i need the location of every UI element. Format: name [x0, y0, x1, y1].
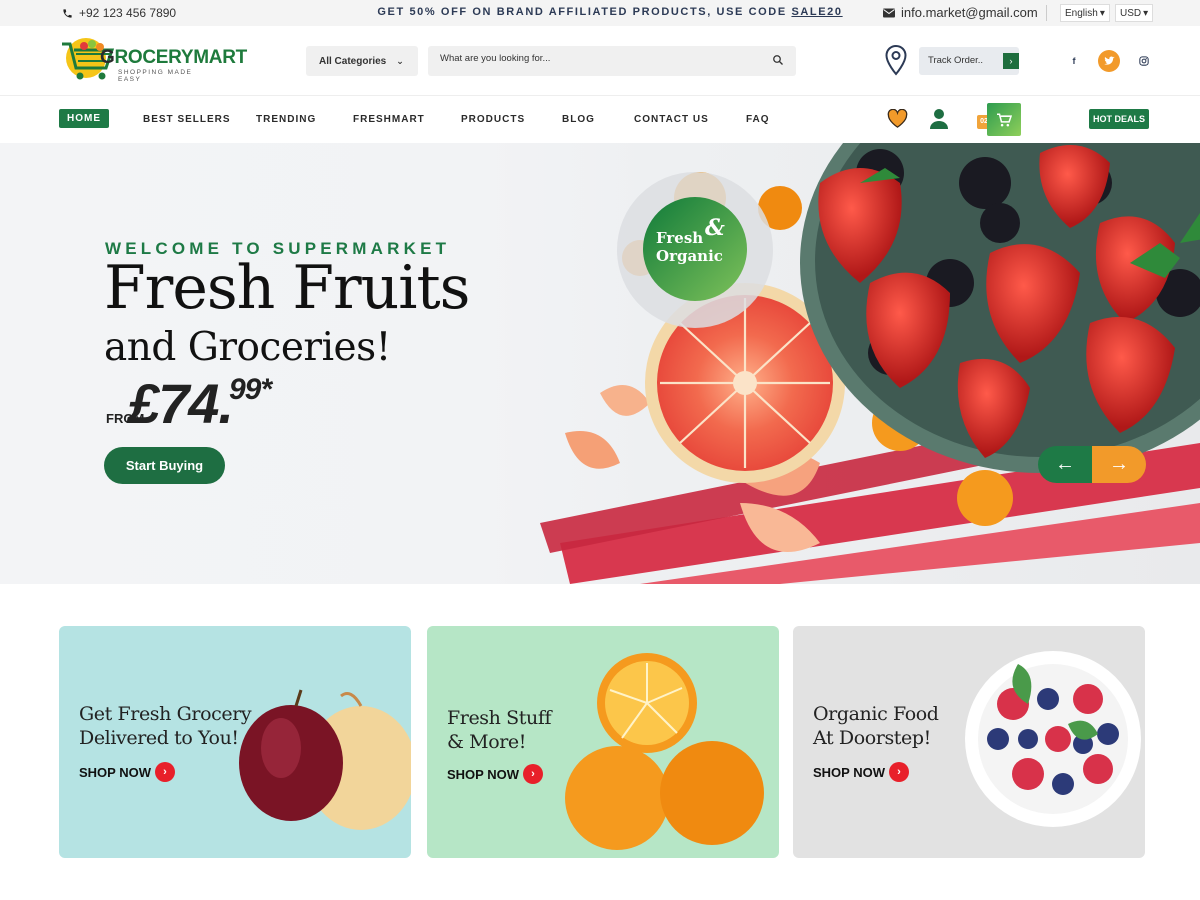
- arrow-right-icon: →: [1109, 453, 1129, 475]
- start-buying-button[interactable]: Start Buying: [104, 447, 225, 484]
- cart-button[interactable]: [987, 103, 1021, 136]
- nav-faq[interactable]: FAQ: [746, 114, 770, 125]
- heart-icon[interactable]: [887, 109, 908, 128]
- logo-word: ROCERYMART: [114, 47, 247, 68]
- promo-card-title: Organic Food At Doorstep!: [813, 703, 939, 749]
- nav-freshmart[interactable]: FRESHMART: [353, 114, 425, 125]
- search-input[interactable]: [440, 53, 760, 64]
- chevron-right-icon: ›: [523, 764, 543, 784]
- facebook-icon: f: [1072, 56, 1076, 66]
- shopping-cart-icon: [997, 113, 1012, 126]
- nav-products[interactable]: PRODUCTS: [461, 114, 525, 125]
- shop-now-label: SHOP NOW: [813, 764, 885, 780]
- hero-price: £74.99*: [128, 371, 272, 436]
- nav-best-sellers[interactable]: BEST SELLERS: [143, 114, 231, 125]
- category-value: All Categories: [319, 55, 387, 67]
- currency-value: USD: [1120, 7, 1142, 19]
- shop-now-label: SHOP NOW: [79, 764, 151, 780]
- badge-line-2: Organic: [656, 247, 723, 265]
- nav-contact-us[interactable]: CONTACT US: [634, 114, 709, 125]
- main-header: GROCERYMART SHOPPING MADE EASY All Categ…: [0, 26, 1200, 96]
- slider-prev-button[interactable]: ←: [1038, 446, 1092, 483]
- instagram-link[interactable]: [1133, 50, 1155, 72]
- language-value: English: [1065, 7, 1098, 19]
- caret-down-icon: ▾: [1143, 7, 1149, 19]
- arrow-left-icon: ←: [1055, 453, 1075, 475]
- logo-text: GROCERYMART: [100, 47, 247, 69]
- nav-blog[interactable]: BLOG: [562, 114, 595, 125]
- shop-now-label: SHOP NOW: [447, 766, 519, 782]
- hero-banner: WELCOME TO SUPERMARKET Fresh Fruits and …: [0, 143, 1200, 584]
- caret-down-icon: ▾: [1099, 7, 1105, 19]
- nav-trending[interactable]: TRENDING: [256, 114, 316, 125]
- promo-card-title: Fresh Stuff & More!: [447, 707, 552, 753]
- shop-now-link[interactable]: SHOP NOW ›: [447, 764, 543, 784]
- fresh-organic-badge: Fresh & Organic: [643, 197, 747, 301]
- category-select[interactable]: All Categories ⌄: [306, 46, 418, 76]
- facebook-link[interactable]: f: [1063, 50, 1085, 72]
- chevron-right-icon: ›: [889, 762, 909, 782]
- promo-card-title: Get Fresh Grocery Delivered to You!: [79, 703, 252, 749]
- promo-code[interactable]: SALE20: [791, 6, 842, 18]
- language-select[interactable]: English ▾: [1060, 4, 1110, 22]
- chevron-down-icon: ⌄: [396, 55, 404, 66]
- price-main: £74.: [128, 372, 234, 435]
- main-nav: HOME BEST SELLERS TRENDING FRESHMART PRO…: [0, 97, 1200, 143]
- fruit-bowl-image: [540, 143, 1200, 584]
- currency-select[interactable]: USD ▾: [1115, 4, 1154, 22]
- location-pin-icon[interactable]: [884, 44, 908, 76]
- track-submit-button[interactable]: ›: [1003, 53, 1019, 69]
- promo-card-organic[interactable]: Organic Food At Doorstep! SHOP NOW ›: [793, 626, 1145, 858]
- badge-ampersand: &: [705, 215, 725, 241]
- promo-text: GET 50% OFF ON BRAND AFFILIATED PRODUCTS…: [377, 6, 792, 18]
- slider-next-button[interactable]: →: [1092, 446, 1146, 483]
- track-order-input[interactable]: [928, 55, 1006, 66]
- promo-card-fresh[interactable]: Fresh Stuff & More! SHOP NOW ›: [427, 626, 779, 858]
- email-address: info.market@gmail.com: [901, 5, 1038, 20]
- twitter-link[interactable]: [1098, 50, 1120, 72]
- envelope-icon: [883, 8, 895, 17]
- hot-deals-button[interactable]: HOT DEALS: [1089, 109, 1149, 129]
- divider: [1046, 5, 1047, 21]
- site-logo[interactable]: GROCERYMART SHOPPING MADE EASY: [60, 34, 247, 84]
- twitter-icon: [1103, 56, 1115, 65]
- chevron-right-icon: ›: [1009, 56, 1013, 66]
- user-icon[interactable]: [929, 108, 949, 130]
- search-icon[interactable]: [772, 54, 784, 66]
- track-order-box: ›: [919, 47, 1019, 75]
- hero-subheadline: and Groceries!: [104, 325, 391, 370]
- logo-letter: G: [100, 47, 115, 68]
- top-bar: +92 123 456 7890 GET 50% OFF ON BRAND AF…: [0, 0, 1200, 26]
- search-bar: [428, 46, 796, 76]
- chevron-right-icon: ›: [155, 762, 175, 782]
- email-contact[interactable]: info.market@gmail.com: [883, 5, 1038, 20]
- logo-tagline: SHOPPING MADE EASY: [118, 69, 193, 83]
- badge-line-1: Fresh: [656, 229, 704, 247]
- promo-card-grocery[interactable]: Get Fresh Grocery Delivered to You! SHOP…: [59, 626, 411, 858]
- berry-bowl-image: [965, 651, 1141, 827]
- shop-now-link[interactable]: SHOP NOW ›: [813, 762, 909, 782]
- instagram-icon: [1139, 56, 1149, 66]
- price-cents: 99*: [229, 373, 272, 406]
- oranges-image: [565, 653, 764, 850]
- hero-headline: Fresh Fruits: [104, 253, 470, 323]
- nav-home[interactable]: HOME: [59, 109, 109, 128]
- shop-now-link[interactable]: SHOP NOW ›: [79, 762, 175, 782]
